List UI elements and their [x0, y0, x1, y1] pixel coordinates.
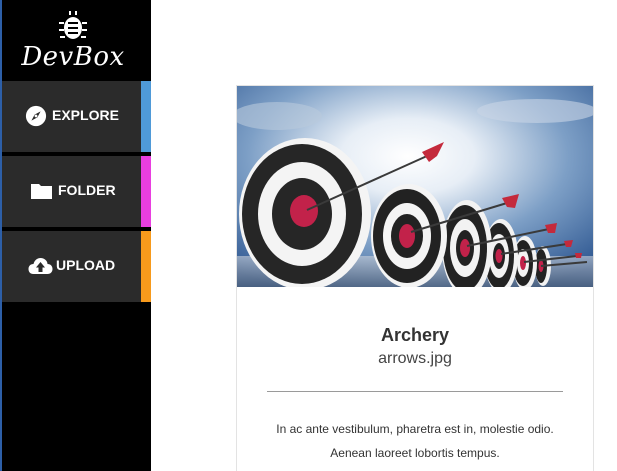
card-description: In ac ante vestibulum, pharetra est in, … [276, 422, 554, 460]
sidebar-item-label: UPLOAD [56, 257, 116, 273]
sidebar-item-label: EXPLORE [52, 107, 119, 123]
bug-icon [59, 11, 87, 39]
sidebar-item-upload[interactable]: UPLOAD [2, 231, 151, 302]
sidebar-item-explore[interactable]: EXPLORE [2, 81, 151, 152]
card-title: Archery [380, 325, 450, 345]
card-image-archery[interactable] [237, 86, 593, 287]
folder-icon [31, 184, 52, 199]
sidebar: DevBox EXPLORE FOLDER UPLOAD [0, 0, 151, 471]
divider [267, 391, 563, 392]
sidebar-item-label: FOLDER [58, 182, 116, 198]
accent-bar-explore [141, 81, 151, 152]
cloud-upload-icon [28, 258, 53, 274]
accent-bar-folder [141, 156, 151, 227]
image-card: Archery arrows.jpg In ac ante vestibulum… [236, 85, 594, 471]
accent-bar-upload [141, 231, 151, 302]
archery-image [237, 86, 593, 287]
sidebar-item-folder[interactable]: FOLDER [2, 156, 151, 227]
card-subtitle: arrows.jpg [378, 350, 452, 367]
logo-text: DevBox [21, 42, 125, 72]
compass-icon [25, 105, 47, 127]
logo[interactable]: DevBox [0, 0, 151, 80]
